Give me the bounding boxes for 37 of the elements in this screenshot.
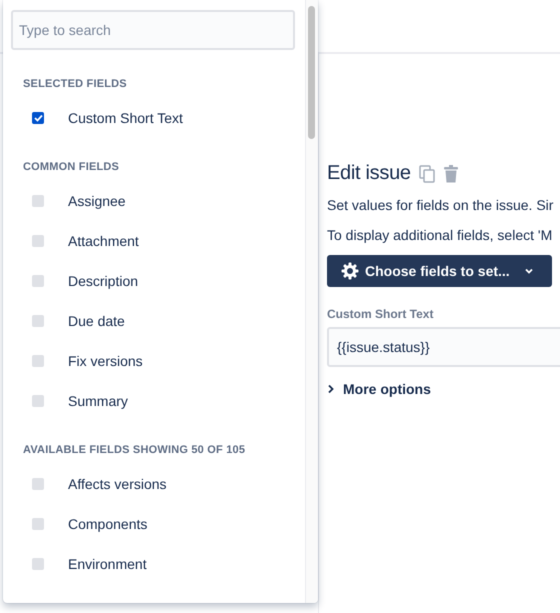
checkbox[interactable] bbox=[32, 112, 44, 124]
field-label: Custom Short Text bbox=[327, 307, 434, 321]
field-option[interactable]: Summary bbox=[68, 393, 128, 409]
field-option[interactable]: Fix versions bbox=[68, 353, 143, 369]
field-option[interactable]: Due date bbox=[68, 313, 125, 329]
checkbox[interactable] bbox=[32, 355, 44, 367]
scrollbar[interactable] bbox=[305, 0, 318, 603]
copy-icon[interactable] bbox=[418, 164, 435, 182]
choose-fields-button[interactable]: Choose fields to set... bbox=[327, 255, 552, 287]
description-text: To display additional fields, select 'M bbox=[327, 227, 554, 243]
checkbox[interactable] bbox=[32, 275, 44, 287]
field-option[interactable]: Attachment bbox=[68, 233, 139, 249]
description-text: Set values for fields on the issue. Sir bbox=[327, 197, 554, 213]
more-options-toggle[interactable]: More options bbox=[327, 381, 431, 397]
checkbox[interactable] bbox=[32, 558, 44, 570]
section-heading: COMMON FIELDS bbox=[23, 161, 120, 173]
checkbox[interactable] bbox=[32, 195, 44, 207]
checkbox[interactable] bbox=[32, 518, 44, 530]
input-field[interactable]: {{issue.status}} bbox=[327, 327, 560, 367]
section-heading: SELECTED FIELDS bbox=[23, 78, 128, 90]
field-option[interactable]: Environment bbox=[68, 556, 147, 572]
panel-title: Edit issue bbox=[327, 162, 411, 185]
checkbox[interactable] bbox=[32, 478, 44, 490]
section-heading: AVAILABLE FIELDS SHOWING 50 OF 105 bbox=[23, 444, 246, 456]
trash-icon[interactable] bbox=[442, 164, 459, 182]
chevron-right-icon bbox=[327, 384, 335, 394]
chevron-down-icon bbox=[524, 266, 534, 276]
checkbox[interactable] bbox=[32, 235, 44, 247]
search-field[interactable]: Type to search bbox=[11, 10, 295, 50]
field-option[interactable]: Components bbox=[68, 516, 148, 532]
field-option[interactable]: Custom Short Text bbox=[68, 110, 183, 126]
field-option[interactable]: Description bbox=[68, 273, 138, 289]
checkbox[interactable] bbox=[32, 395, 44, 407]
gear-icon bbox=[341, 262, 359, 280]
checkbox[interactable] bbox=[32, 315, 44, 327]
field-option[interactable]: Assignee bbox=[68, 193, 126, 209]
field-option[interactable]: Affects versions bbox=[68, 476, 167, 492]
